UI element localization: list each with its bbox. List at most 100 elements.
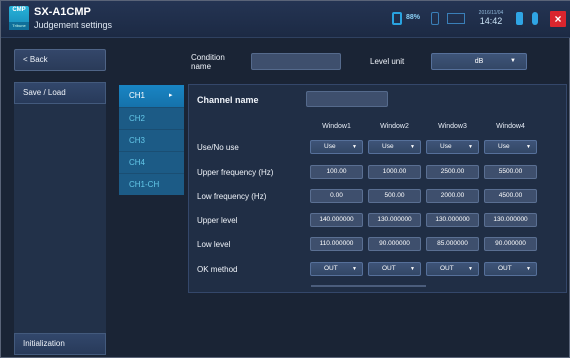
row-label: Low frequency (Hz) xyxy=(197,192,267,201)
time-text: 14:42 xyxy=(479,16,503,26)
cell-value: Use xyxy=(382,143,394,150)
channel-item-label: CH2 xyxy=(129,114,146,123)
chevron-down-icon: ▼ xyxy=(352,144,357,150)
channel-item-label: CH1-CH xyxy=(129,180,160,189)
row-label: Use/No use xyxy=(197,143,239,152)
chevron-down-icon: ▼ xyxy=(526,144,531,150)
app-window: CMP Tribune SX-A1CMP Judgement settings … xyxy=(0,0,570,358)
usb-icon xyxy=(516,12,523,25)
initialization-button[interactable]: Initialization xyxy=(14,333,106,355)
cell-value: 100.00 xyxy=(326,168,347,175)
app-title: SX-A1CMP xyxy=(34,6,91,18)
cell-value: Use xyxy=(324,143,336,150)
cell-value: 140.000000 xyxy=(319,216,354,223)
window-value-field[interactable]: 2500.00 xyxy=(426,165,479,179)
chevron-down-icon: ▼ xyxy=(352,266,357,272)
window-value-field[interactable]: 130.000000 xyxy=(484,213,537,227)
chevron-down-icon: ▼ xyxy=(468,144,473,150)
chevron-right-icon: ▸ xyxy=(169,92,173,99)
cell-value: 0.00 xyxy=(330,192,343,199)
window-select[interactable]: OUT ▼ xyxy=(368,262,421,276)
window-value-field[interactable]: 100.00 xyxy=(310,165,363,179)
chevron-down-icon: ▼ xyxy=(468,266,473,272)
window-value-field[interactable]: 90.000000 xyxy=(484,237,537,251)
cell-value: 90.000000 xyxy=(495,240,526,247)
cell-value: 500.00 xyxy=(384,192,405,199)
row-label: Upper frequency (Hz) xyxy=(197,168,274,177)
window-value-field[interactable]: 0.00 xyxy=(310,189,363,203)
waveform-icon xyxy=(447,13,465,24)
channel-item-ch1-ch[interactable]: CH1-CH xyxy=(119,173,184,195)
channel-item-ch1[interactable]: CH1 ▸ xyxy=(119,85,184,107)
battery-percent: 88% xyxy=(406,14,421,21)
channel-item-label: CH3 xyxy=(129,136,146,145)
window-select[interactable]: OUT ▼ xyxy=(426,262,479,276)
cell-value: 130.000000 xyxy=(435,216,470,223)
cell-value: Use xyxy=(440,143,452,150)
window-select[interactable]: Use ▼ xyxy=(484,140,537,154)
row-label: Low level xyxy=(197,240,231,249)
cell-value: 5500.00 xyxy=(498,168,523,175)
window-value-field[interactable]: 130.000000 xyxy=(426,213,479,227)
window-select[interactable]: OUT ▼ xyxy=(310,262,363,276)
window-value-field[interactable]: 5500.00 xyxy=(484,165,537,179)
save-load-button[interactable]: Save / Load xyxy=(14,82,106,104)
horizontal-scrollbar[interactable] xyxy=(311,285,426,287)
window-value-field[interactable]: 90.000000 xyxy=(368,237,421,251)
cell-value: 85.000000 xyxy=(437,240,468,247)
cell-value: 130.000000 xyxy=(493,216,528,223)
window-value-field[interactable]: 130.000000 xyxy=(368,213,421,227)
microphone-icon xyxy=(532,12,538,25)
chevron-down-icon: ▼ xyxy=(410,144,415,150)
column-header-window4: Window4 xyxy=(496,123,525,130)
window-select[interactable]: Use ▼ xyxy=(426,140,479,154)
channel-name-label: Channel name xyxy=(197,95,259,105)
cell-value: OUT xyxy=(498,265,512,272)
channel-item-ch4[interactable]: CH4 xyxy=(119,151,184,173)
cell-value: 90.000000 xyxy=(379,240,410,247)
cell-value: OUT xyxy=(382,265,396,272)
level-unit-select[interactable]: dB ▼ xyxy=(431,53,527,70)
logo-text: CMP xyxy=(12,7,26,13)
sidebar: < Back Save / Load Initialization xyxy=(14,49,106,355)
cell-value: 2500.00 xyxy=(440,168,465,175)
window-value-field[interactable]: 2000.00 xyxy=(426,189,479,203)
battery-icon xyxy=(392,12,402,25)
channel-name-input[interactable] xyxy=(306,91,388,107)
condition-name-input[interactable] xyxy=(251,53,341,70)
sd-card-icon xyxy=(431,12,439,25)
channel-list: CH1 ▸ CH2 CH3 CH4 CH1-CH xyxy=(119,85,184,195)
cell-value: 1000.00 xyxy=(382,168,407,175)
condition-name-label: Condition name xyxy=(191,53,225,71)
window-value-field[interactable]: 140.000000 xyxy=(310,213,363,227)
channel-item-label: CH1 xyxy=(129,91,146,100)
window-value-field[interactable]: 500.00 xyxy=(368,189,421,203)
chevron-down-icon: ▼ xyxy=(410,266,415,272)
window-select[interactable]: OUT ▼ xyxy=(484,262,537,276)
row-label: OK method xyxy=(197,265,238,274)
channel-item-ch3[interactable]: CH3 xyxy=(119,129,184,151)
chevron-down-icon: ▼ xyxy=(526,266,531,272)
window-value-field[interactable]: 110.000000 xyxy=(310,237,363,251)
sidebar-panel xyxy=(14,82,106,345)
cell-value: OUT xyxy=(440,265,454,272)
cell-value: Use xyxy=(498,143,510,150)
cell-value: 110.000000 xyxy=(319,240,354,247)
cell-value: 4500.00 xyxy=(498,192,523,199)
channel-item-ch2[interactable]: CH2 xyxy=(119,107,184,129)
column-header-window3: Window3 xyxy=(438,123,467,130)
back-button[interactable]: < Back xyxy=(14,49,106,71)
window-select[interactable]: Use ▼ xyxy=(368,140,421,154)
level-unit-label: Level unit xyxy=(370,57,405,66)
window-value-field[interactable]: 4500.00 xyxy=(484,189,537,203)
cell-value: 2000.00 xyxy=(440,192,465,199)
window-value-field[interactable]: 1000.00 xyxy=(368,165,421,179)
cell-value: 130.000000 xyxy=(377,216,412,223)
logo-subtext: Tribune xyxy=(9,22,29,30)
window-select[interactable]: Use ▼ xyxy=(310,140,363,154)
column-header-window1: Window1 xyxy=(322,123,351,130)
column-header-window2: Window2 xyxy=(380,123,409,130)
close-button[interactable]: × xyxy=(550,11,566,27)
level-unit-value: dB xyxy=(474,58,484,65)
window-value-field[interactable]: 85.000000 xyxy=(426,237,479,251)
